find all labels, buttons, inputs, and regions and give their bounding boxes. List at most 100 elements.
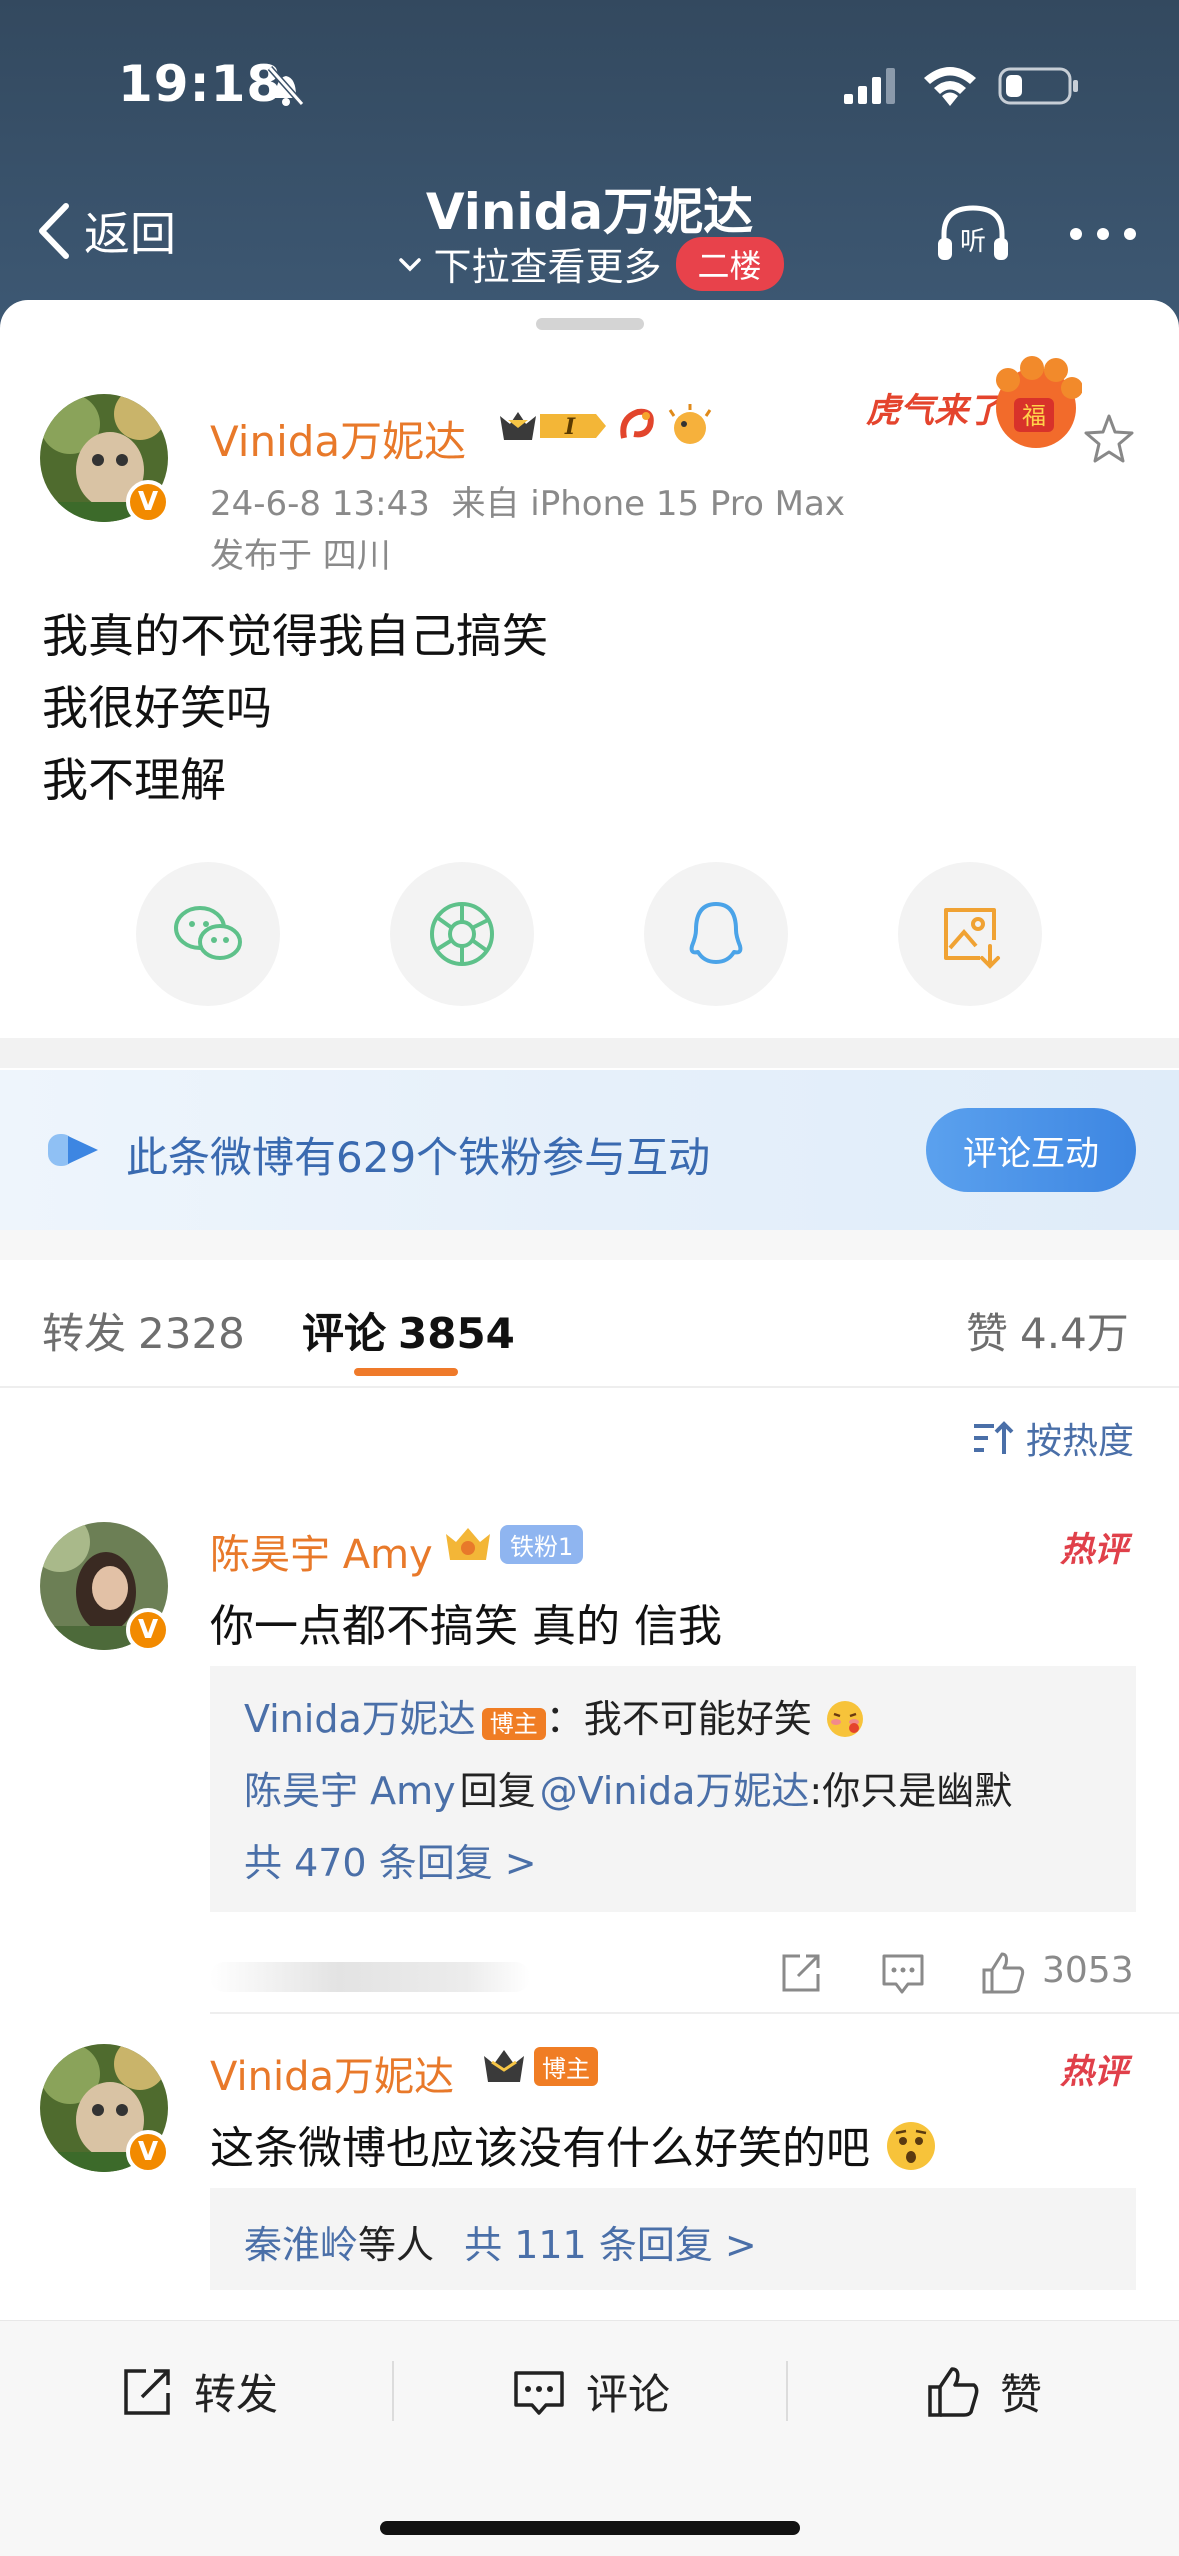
battery-icon: [998, 67, 1078, 105]
author-badges: I: [496, 404, 712, 448]
reply-author[interactable]: 陈昊宇 Amy: [244, 1769, 456, 1813]
qq-icon: [689, 902, 743, 964]
tab-count: 3854: [398, 1309, 515, 1358]
fans-play-icon: [48, 1134, 98, 1166]
top-header: 19:18 返回 Vinida万妮达 下拉查看更多 二楼 听: [0, 0, 1179, 320]
tab-label: 赞: [966, 1309, 1009, 1358]
share-moments-button[interactable]: [390, 862, 534, 1006]
save-image-button[interactable]: [898, 862, 1042, 1006]
sort-by-hot-button[interactable]: 按热度: [972, 1412, 1134, 1464]
pufferfish-badge-icon: [668, 404, 712, 444]
host-badge: 博主: [481, 1708, 546, 1740]
thumbs-up-icon: [928, 2366, 979, 2417]
drag-handle[interactable]: [536, 318, 644, 330]
reply-line: 陈昊宇 Amy 回复 @Vinida万妮达:你只是幽默: [244, 1760, 1012, 1815]
comment-like-count: 3053: [1042, 1950, 1134, 1991]
thinking-emoji-icon: [887, 2122, 935, 2170]
reply-suffix: 等人: [358, 2223, 435, 2267]
second-floor-badge: 二楼: [675, 236, 784, 291]
comment-label: 评论: [586, 2370, 671, 2419]
svg-text:听: 听: [960, 227, 986, 257]
comment-text-content: 这条微博也应该没有什么好笑的吧: [210, 2123, 870, 2174]
tab-reposts[interactable]: 转发 2328: [42, 1300, 245, 1361]
reply-verb: 回复: [459, 1769, 536, 1813]
active-tab-indicator: [354, 1368, 458, 1376]
host-badge: 博主: [534, 2046, 598, 2086]
reply-comment-icon[interactable]: [878, 1948, 928, 1998]
svg-text:I: I: [564, 414, 576, 440]
cellular-signal-icon: [844, 68, 895, 104]
listen-headphones-icon[interactable]: 听: [936, 200, 1010, 266]
commenter-badges: 博主: [480, 2044, 598, 2088]
reply-text: ：我不可能好笑: [545, 1697, 812, 1741]
vip-crown-badge: I: [500, 412, 606, 440]
moments-icon: [430, 902, 494, 966]
post-card: V Vinida万妮达 I 24-6-8 13:43 来自 iPhone 15 …: [0, 300, 1179, 2556]
fans-interaction-banner[interactable]: 此条微博有629个铁粉参与互动 评论互动: [0, 1070, 1179, 1230]
pull-down-text: 下拉查看更多: [433, 245, 662, 289]
sort-label: 按热度: [1026, 1421, 1135, 1462]
tiger-sticker-icon: 虎气来了 福: [866, 356, 1082, 448]
reply-text: :你只是幽默: [809, 1769, 1013, 1813]
reply-author[interactable]: 秦淮岭: [244, 2223, 358, 2267]
favorite-star-icon[interactable]: [1082, 412, 1136, 466]
hot-comment-tag: 热评: [1060, 2052, 1128, 2092]
post-content: 我真的不觉得我自己搞笑 我很好笑吗 我不理解: [42, 600, 548, 816]
reply-preview[interactable]: 秦淮岭等人 共 111 条回复 >: [210, 2188, 1136, 2290]
section-divider: [0, 1230, 1179, 1260]
crown-badge-icon: [446, 1528, 490, 1560]
commenter-badges: 铁粉1: [442, 1522, 584, 1566]
view-all-replies-link[interactable]: 共 111 条回复 >: [464, 2223, 757, 2267]
tab-count: 4.4万: [1020, 1309, 1129, 1358]
repost-comment-icon[interactable]: [776, 1948, 826, 1998]
share-qq-button[interactable]: [644, 862, 788, 1006]
comment-time-blurred: [210, 1962, 530, 1992]
wechat-icon: [174, 906, 242, 960]
wifi-icon: [924, 67, 976, 106]
like-comment-icon[interactable]: [978, 1948, 1028, 1998]
comment-icon: [514, 2370, 564, 2415]
comment-interact-button[interactable]: 评论互动: [926, 1108, 1136, 1192]
blush-emoji-icon: [826, 1701, 863, 1737]
tab-comments[interactable]: 评论 3854: [302, 1300, 515, 1361]
comment-divider: [210, 2012, 1179, 2014]
share-wechat-button[interactable]: [136, 862, 280, 1006]
sort-icon: [974, 1421, 1014, 1454]
tab-likes[interactable]: 赞 4.4万: [966, 1300, 1129, 1361]
like-label: 赞: [1000, 2370, 1043, 2419]
more-options-icon[interactable]: [1068, 226, 1138, 242]
reply-mention[interactable]: @Vinida万妮达: [540, 1769, 810, 1813]
post-line: 我真的不觉得我自己搞笑: [42, 609, 548, 663]
reply-preview[interactable]: Vinida万妮达 博主 ：我不可能好笑 陈昊宇 Amy 回复 @Vinida万妮达:你…: [210, 1666, 1136, 1912]
post-time: 24-6-8 13:43: [210, 484, 430, 524]
home-indicator[interactable]: [380, 2521, 800, 2535]
repost-button[interactable]: 转发: [118, 2361, 278, 2422]
section-divider: [0, 1038, 1179, 1068]
tab-label: 转发: [42, 1309, 127, 1358]
post-source: 来自 iPhone 15 Pro Max: [451, 484, 845, 524]
view-all-replies-link[interactable]: 共 470 条回复 >: [244, 1832, 537, 1887]
bell-muted-icon: [267, 66, 305, 106]
like-button[interactable]: 赞: [924, 2361, 1042, 2422]
svg-text:虎气来了: 虎气来了: [866, 391, 1006, 431]
comment-button[interactable]: 评论: [510, 2361, 670, 2422]
reply-line: 秦淮岭等人 共 111 条回复 >: [244, 2214, 757, 2269]
verified-badge: V: [126, 480, 170, 524]
post-author-name[interactable]: Vinida万妮达: [210, 408, 466, 469]
commenter-name[interactable]: 陈昊宇 Amy: [210, 1522, 433, 1580]
comment-text: 这条微博也应该没有什么好笑的吧: [210, 2112, 938, 2176]
bar-separator: [392, 2361, 394, 2421]
reply-author[interactable]: Vinida万妮达: [244, 1697, 476, 1741]
verified-badge: V: [126, 1608, 170, 1652]
engagement-tabs: 转发 2328 评论 3854 赞 4.4万: [0, 1258, 1179, 1388]
bottom-action-bar: 转发 评论 赞: [0, 2320, 1179, 2556]
commenter-name[interactable]: Vinida万妮达: [210, 2044, 454, 2102]
svg-text:福: 福: [1022, 402, 1046, 430]
save-image-icon: [944, 908, 1000, 969]
repost-icon: [124, 2368, 170, 2415]
dragon-badge-icon: [620, 408, 654, 439]
hot-comment-tag: 热评: [1060, 1530, 1128, 1570]
tab-label: 评论: [302, 1309, 387, 1358]
verified-badge: V: [126, 2130, 170, 2174]
status-time: 19:18: [118, 55, 283, 113]
